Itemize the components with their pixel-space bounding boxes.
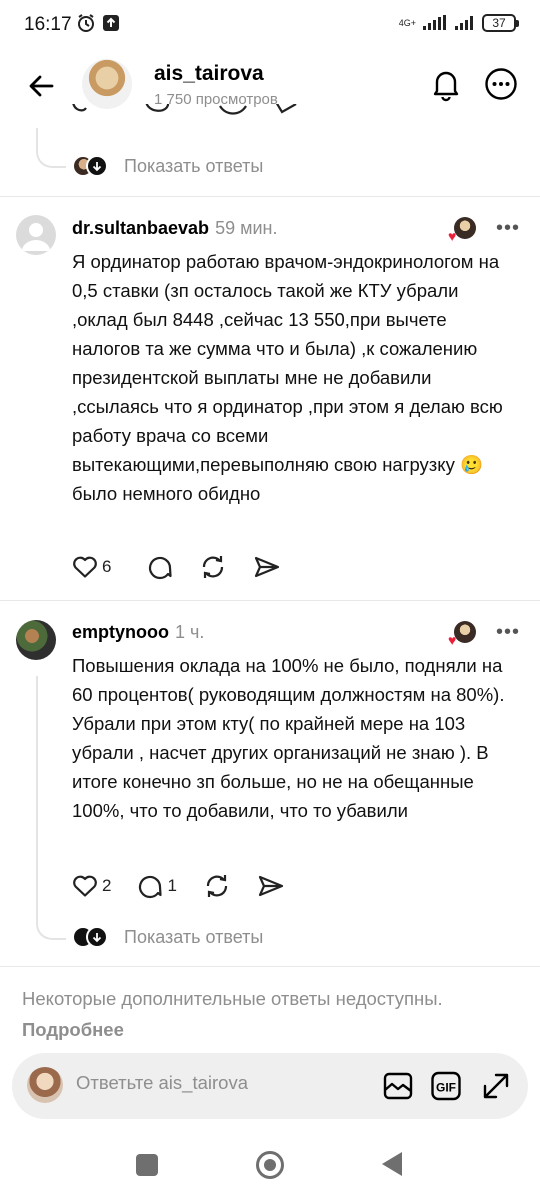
reply-avatars xyxy=(72,154,116,178)
share-button[interactable] xyxy=(257,874,285,898)
signal-icon xyxy=(423,15,446,30)
comment-text: Я ординатор работаю врачом-эндокринолого… xyxy=(72,251,503,504)
comment-text: Повышения оклада на 100% не было, поднял… xyxy=(72,655,505,821)
comment-author[interactable]: emptynooo 1 ч. xyxy=(72,622,204,643)
image-icon[interactable] xyxy=(382,1070,414,1102)
show-replies-top[interactable]: Показать ответы xyxy=(72,154,263,178)
comment-bubble-icon xyxy=(149,556,173,580)
reply-bar[interactable]: GIF xyxy=(12,1053,528,1119)
author-liked-badge: ♥ xyxy=(448,621,478,649)
reply-input[interactable] xyxy=(76,1072,356,1094)
system-back-button[interactable] xyxy=(382,1152,402,1176)
thread-connector xyxy=(36,128,66,168)
send-icon xyxy=(258,875,284,897)
network-type: 4G+ xyxy=(398,17,416,28)
heart-icon: ♥ xyxy=(448,228,457,244)
comment-author[interactable]: dr.sultanbaevab 59 мин. xyxy=(72,218,277,239)
comment-time: 1 ч. xyxy=(175,622,205,642)
show-replies-comment[interactable]: Показать ответы xyxy=(72,925,263,949)
partial-action-row xyxy=(60,104,360,122)
status-icons-left xyxy=(76,13,120,33)
heart-icon: ♥ xyxy=(448,632,457,648)
show-replies-label[interactable]: Показать ответы xyxy=(124,927,263,948)
signal-icon-2 xyxy=(455,16,473,30)
home-button[interactable] xyxy=(256,1151,284,1179)
heart-outline-icon xyxy=(73,556,97,578)
heart-outline-icon xyxy=(73,875,97,897)
comment-actions: 2 1 xyxy=(72,872,311,900)
more-info-link[interactable]: Подробнее xyxy=(22,1019,124,1041)
profile-avatar[interactable] xyxy=(82,59,132,109)
alarm-icon xyxy=(78,14,94,32)
status-bar: 16:17 4G+ 37 xyxy=(0,0,540,50)
back-arrow-icon[interactable] xyxy=(24,68,60,104)
share-button[interactable] xyxy=(253,555,281,579)
repost-icon xyxy=(203,556,224,578)
comment-time: 59 мин. xyxy=(215,218,278,238)
reply-avatar-icon xyxy=(86,926,108,948)
comment-username[interactable]: dr.sultanbaevab xyxy=(72,218,209,238)
like-count: 6 xyxy=(102,557,112,576)
author-avatar-small xyxy=(454,217,476,239)
send-icon xyxy=(255,556,280,578)
gif-icon: GIF xyxy=(431,1071,461,1101)
divider xyxy=(0,600,540,601)
upload-notification-icon xyxy=(103,15,119,31)
status-right: 4G+ 37 xyxy=(398,14,519,32)
divider xyxy=(0,966,540,967)
recents-button[interactable] xyxy=(136,1154,158,1176)
header-username[interactable]: ais_tairova xyxy=(154,62,264,86)
author-avatar-small xyxy=(454,621,476,643)
default-avatar-icon xyxy=(22,223,50,251)
user-avatar[interactable] xyxy=(16,620,56,660)
partial-action-icons xyxy=(72,104,297,115)
battery-icon: 37 xyxy=(482,14,519,32)
gif-label: GIF xyxy=(436,1081,456,1095)
reply-button[interactable] xyxy=(147,554,173,580)
reply-count: 1 xyxy=(167,876,177,895)
bell-icon[interactable] xyxy=(428,66,464,102)
system-nav-bar xyxy=(0,1130,540,1200)
status-time: 16:17 xyxy=(24,14,72,35)
repost-icon xyxy=(206,875,228,897)
comment-bubble-icon xyxy=(139,875,163,899)
show-replies-label[interactable]: Показать ответы xyxy=(124,156,263,177)
repost-button[interactable] xyxy=(203,873,231,899)
thread-line xyxy=(36,676,38,916)
reply-button[interactable]: 1 xyxy=(137,873,177,899)
comment-username[interactable]: emptynooo xyxy=(72,622,169,642)
thread-connector xyxy=(36,912,66,940)
gif-button[interactable]: GIF xyxy=(430,1070,462,1102)
reply-avatars xyxy=(72,925,116,949)
expand-icon[interactable] xyxy=(480,1070,512,1102)
like-count: 2 xyxy=(102,876,112,895)
like-button[interactable]: 2 xyxy=(72,874,111,898)
comment-more-icon[interactable]: ••• xyxy=(496,218,520,238)
reply-avatar-icon xyxy=(86,155,108,177)
user-avatar[interactable] xyxy=(16,215,56,255)
like-button[interactable]: 6 xyxy=(72,555,111,579)
comment-actions: 6 xyxy=(72,553,307,581)
unavailable-notice: Некоторые дополнительные ответы недоступ… xyxy=(22,988,443,1009)
author-liked-badge: ♥ xyxy=(448,217,478,245)
divider xyxy=(0,196,540,197)
comment-more-icon[interactable]: ••• xyxy=(496,622,520,642)
more-options-icon[interactable] xyxy=(484,67,518,101)
repost-button[interactable] xyxy=(199,554,227,580)
my-avatar xyxy=(27,1067,63,1103)
